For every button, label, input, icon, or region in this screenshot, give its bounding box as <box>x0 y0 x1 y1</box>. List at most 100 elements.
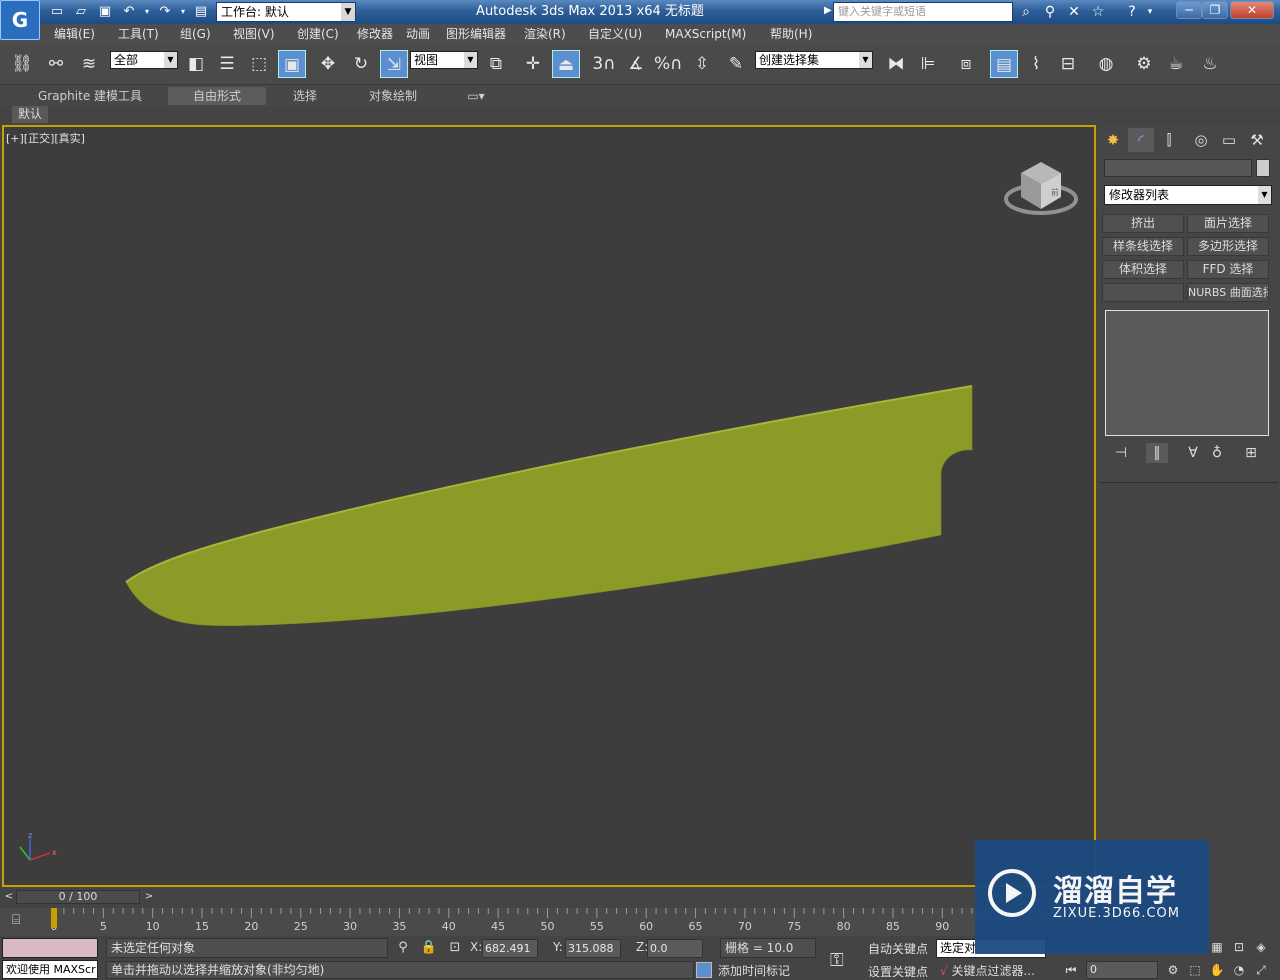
spinner-snap-icon[interactable]: ⇳ <box>688 50 716 78</box>
reference-coordinate-dropdown[interactable]: 视图 ▼ <box>410 51 478 69</box>
set-key-button[interactable]: 设置关键点 <box>868 963 928 980</box>
app-logo-button[interactable]: G <box>0 0 40 40</box>
remove-modifier-icon[interactable]: ♁ <box>1206 443 1228 463</box>
undo-icon[interactable]: ↶ <box>120 3 138 21</box>
hierarchy-tab-icon[interactable]: ⫿ <box>1156 128 1182 152</box>
show-end-result-icon[interactable]: ‖ <box>1146 443 1168 463</box>
empty-modifier-button[interactable] <box>1102 283 1184 302</box>
menu-animation[interactable]: 动画 <box>406 24 430 44</box>
maxscript-welcome[interactable]: 欢迎使用 MAXScr <box>2 960 98 979</box>
redo-icon[interactable]: ↷ <box>156 3 174 21</box>
orbit-icon[interactable]: ◔ <box>1230 961 1248 979</box>
favorites-star-icon[interactable]: ☆ <box>1088 3 1108 21</box>
zoom-all-icon[interactable]: ▦ <box>1208 938 1226 956</box>
create-tab-icon[interactable]: ✸ <box>1100 128 1126 152</box>
pin-stack-icon[interactable]: ⊣ <box>1110 443 1132 463</box>
menu-group[interactable]: 组(G) <box>180 24 211 44</box>
project-folder-icon[interactable]: ▤ <box>192 3 210 21</box>
layer-manager-icon[interactable]: ⧈ <box>952 50 980 78</box>
tab-freeform[interactable]: 自由形式 <box>168 87 266 105</box>
graphite-toggle-icon[interactable]: ▤ <box>990 50 1018 78</box>
snaps-toggle-icon[interactable]: 3∩ <box>590 50 618 78</box>
modifier-list-dropdown[interactable]: 修改器列表 ▼ <box>1104 185 1272 205</box>
display-tab-icon[interactable]: ▭ <box>1216 128 1242 152</box>
zoom-extents-icon[interactable]: ⬚ <box>1186 961 1204 979</box>
poly-select-button[interactable]: 多边形选择 <box>1187 237 1269 256</box>
motion-tab-icon[interactable]: ◎ <box>1188 128 1214 152</box>
angle-snap-icon[interactable]: ∡ <box>622 50 650 78</box>
new-file-icon[interactable]: ▭ <box>48 3 66 21</box>
select-and-link-icon[interactable]: ⛓ <box>8 50 36 78</box>
window-crossing-icon[interactable]: ▣ <box>278 50 306 78</box>
absolute-mode-icon[interactable]: ⊡ <box>446 939 464 957</box>
selection-filter-dropdown[interactable]: 全部 ▼ <box>110 51 178 69</box>
maximize-viewport-icon[interactable]: ⤢ <box>1252 961 1270 979</box>
viewport-label[interactable]: [+][正交][真实] <box>6 130 85 146</box>
align-icon[interactable]: ⊫ <box>914 50 942 78</box>
ribbon-options-icon[interactable]: ▭▾ <box>462 87 490 105</box>
key-mode-icon[interactable]: ⚿ <box>830 950 844 971</box>
select-and-scale-icon[interactable]: ⇲ <box>380 50 408 78</box>
modify-tab-icon[interactable]: ◜ <box>1128 128 1154 152</box>
help-icon[interactable]: ? <box>1122 3 1142 21</box>
knife-blade-object[interactable] <box>125 385 973 626</box>
mirror-icon[interactable]: ⧓ <box>882 50 910 78</box>
percent-snap-icon[interactable]: %∩ <box>654 50 683 78</box>
menu-edit[interactable]: 编辑(E) <box>54 24 95 44</box>
menu-modifiers[interactable]: 修改器 <box>357 24 393 44</box>
time-slider-thumb[interactable]: 0 / 100 <box>16 890 140 904</box>
perspective-viewport[interactable]: 前 z x <box>2 125 1096 887</box>
named-selection-dropdown[interactable]: 创建选择集 ▼ <box>755 51 873 69</box>
material-editor-icon[interactable]: ◍ <box>1092 50 1120 78</box>
select-and-move-icon[interactable]: ✥ <box>314 50 342 78</box>
select-manipulate-icon[interactable]: ✛ <box>519 50 547 78</box>
ffd-select-button[interactable]: FFD 选择 <box>1187 260 1269 279</box>
time-tag-icon[interactable] <box>696 962 712 978</box>
next-frame-icon[interactable]: > <box>142 890 156 904</box>
field-of-view-icon[interactable]: ◈ <box>1252 938 1270 956</box>
pan-view-icon[interactable]: ✋ <box>1208 961 1226 979</box>
spline-select-button[interactable]: 样条线选择 <box>1102 237 1184 256</box>
rendered-frame-icon[interactable]: ☕ <box>1162 50 1190 78</box>
configure-modifier-sets-icon[interactable]: ⊞ <box>1240 443 1262 463</box>
isolate-selection-icon[interactable]: ⚲ <box>394 939 412 957</box>
help-dropdown-icon[interactable]: ▾ <box>1140 3 1160 21</box>
tab-object-paint[interactable]: 对象绘制 <box>358 87 428 105</box>
tab-graphite[interactable]: Graphite 建模工具 <box>30 87 150 105</box>
menu-graph-editors[interactable]: 图形编辑器 <box>446 24 506 44</box>
undo-dropdown-icon[interactable]: ▾ <box>138 3 156 21</box>
menu-create[interactable]: 创建(C) <box>297 24 339 44</box>
zoom-region-icon[interactable]: ⊡ <box>1230 938 1248 956</box>
ribbon-default-button[interactable]: 默认 <box>12 106 48 123</box>
binoculars-icon[interactable]: ⌕ <box>1016 3 1036 21</box>
unlink-icon[interactable]: ⚯ <box>42 50 70 78</box>
curve-editor-icon[interactable]: ⌇ <box>1022 50 1050 78</box>
keyboard-shortcut-override-icon[interactable]: ⏏ <box>552 50 580 78</box>
add-time-tag-button[interactable]: 添加时间标记 <box>718 962 790 979</box>
restore-icon[interactable]: ❐ <box>1202 1 1228 19</box>
rectangular-selection-icon[interactable]: ⬚ <box>245 50 273 78</box>
mini-curve-editor-icon[interactable]: ⌸ <box>12 912 20 928</box>
time-config-icon[interactable]: ⚙ <box>1164 961 1182 979</box>
open-file-icon[interactable]: ▱ <box>72 3 90 21</box>
vol-select-button[interactable]: 体积选择 <box>1102 260 1184 279</box>
edit-named-selection-icon[interactable]: ✎ <box>722 50 750 78</box>
make-unique-icon[interactable]: ∀ <box>1182 443 1204 463</box>
z-coordinate-field[interactable]: 0.0 <box>647 939 703 958</box>
menu-help[interactable]: 帮助(H) <box>770 24 812 44</box>
current-frame-field[interactable]: 0 <box>1086 961 1158 979</box>
y-coordinate-field[interactable]: 315.088 <box>565 939 621 958</box>
close-icon[interactable]: ✕ <box>1230 1 1274 19</box>
render-setup-icon[interactable]: ⚙ <box>1130 50 1158 78</box>
auto-key-button[interactable]: 自动关键点 <box>868 940 928 957</box>
bind-space-warp-icon[interactable]: ≋ <box>75 50 103 78</box>
maxscript-listener[interactable] <box>2 938 98 958</box>
select-object-icon[interactable]: ◧ <box>182 50 210 78</box>
redo-dropdown-icon[interactable]: ▾ <box>174 3 192 21</box>
save-file-icon[interactable]: ▣ <box>96 3 114 21</box>
minimize-icon[interactable]: ─ <box>1176 1 1202 19</box>
menu-views[interactable]: 视图(V) <box>233 24 275 44</box>
patch-select-button[interactable]: 面片选择 <box>1187 214 1269 233</box>
utilities-tab-icon[interactable]: ⚒ <box>1244 128 1270 152</box>
pivot-center-icon[interactable]: ⧉ <box>482 50 510 78</box>
